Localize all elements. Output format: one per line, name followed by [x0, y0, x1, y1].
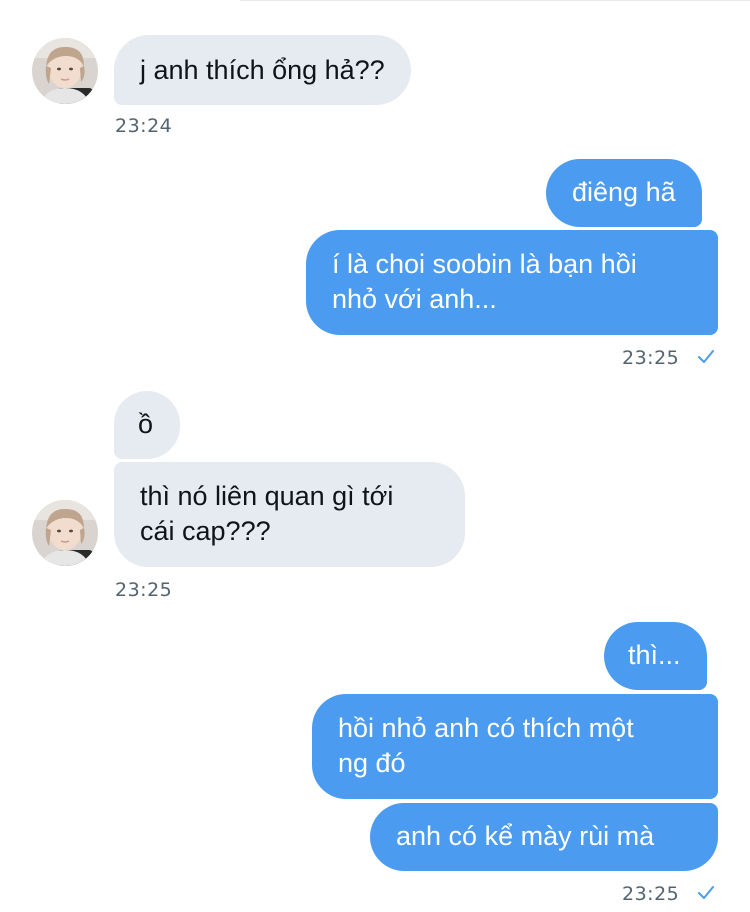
message-text: thì... — [628, 640, 681, 670]
contact-avatar[interactable] — [32, 38, 98, 104]
message-line: ng đó — [338, 748, 406, 778]
conversation-view: j anh thích ổng hả?? 23:24 điêng hã í là… — [0, 0, 750, 912]
message-bubble-outgoing[interactable]: anh có kể mày rùi mà — [370, 803, 718, 871]
avatar-photo — [32, 500, 98, 566]
message-text: ồ — [138, 409, 154, 439]
message-bubble-outgoing[interactable]: thì... — [604, 622, 707, 690]
message-bubble-outgoing[interactable]: í là choi soobin là bạn hồi nhỏ với anh.… — [306, 230, 718, 335]
message-line: nhỏ với anh... — [332, 284, 497, 314]
check-icon — [698, 350, 714, 363]
timestamp: 23:25 — [622, 883, 680, 905]
message-text: j anh thích ổng hả?? — [140, 55, 385, 85]
message-line: hồi nhỏ anh có thích một — [338, 713, 634, 743]
divider — [240, 0, 750, 1]
message-bubble-incoming[interactable]: thì nó liên quan gì tới cái cap??? — [114, 462, 465, 567]
timestamp: 23:25 — [115, 579, 173, 601]
message-bubble-outgoing[interactable]: điêng hã — [546, 159, 702, 227]
message-line: thì nó liên quan gì tới — [140, 481, 394, 511]
timestamp: 23:25 — [622, 347, 680, 369]
message-text: anh có kể mày rùi mà — [396, 821, 655, 851]
message-bubble-outgoing[interactable]: hồi nhỏ anh có thích một ng đó — [312, 694, 718, 799]
message-bubble-incoming[interactable]: j anh thích ổng hả?? — [114, 35, 411, 105]
message-line: í là choi soobin là bạn hồi — [332, 249, 637, 279]
message-line: cái cap??? — [140, 516, 271, 546]
avatar-photo — [32, 38, 98, 104]
check-icon — [698, 886, 714, 899]
message-text: điêng hã — [572, 177, 676, 207]
message-bubble-incoming[interactable]: ồ — [114, 391, 180, 459]
contact-avatar[interactable] — [32, 500, 98, 566]
timestamp: 23:24 — [115, 115, 173, 137]
